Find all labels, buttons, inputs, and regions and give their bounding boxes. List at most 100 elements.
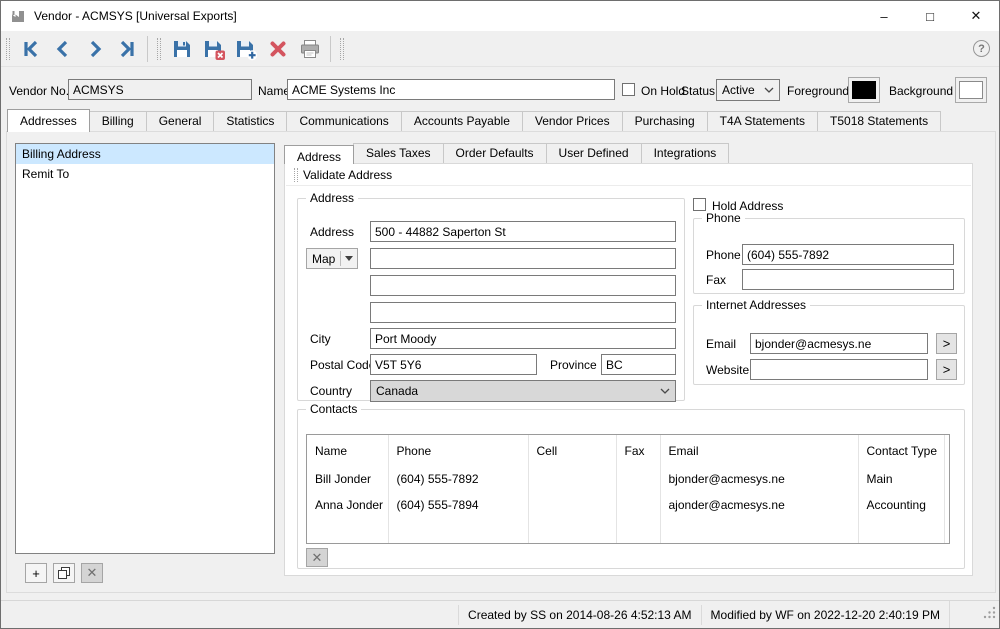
address-line-label: Address — [310, 225, 354, 239]
main-toolbar — [1, 31, 999, 67]
tab-addresses[interactable]: Addresses — [7, 109, 90, 132]
map-button[interactable]: Map — [306, 248, 358, 269]
country-select[interactable]: Canada — [370, 380, 676, 402]
address-line4-field[interactable] — [370, 302, 676, 323]
tab-purchasing[interactable]: Purchasing — [622, 111, 708, 131]
delete-address-button[interactable]: ✕ — [81, 563, 103, 583]
previous-record-button[interactable] — [47, 35, 79, 63]
fax-label: Fax — [706, 273, 726, 287]
save-close-button[interactable] — [198, 35, 230, 63]
phone-field[interactable] — [742, 244, 954, 265]
foreground-color-swatch[interactable] — [848, 77, 880, 103]
delete-record-button[interactable] — [262, 35, 294, 63]
website-field[interactable] — [750, 359, 928, 380]
sub-tab-strip: Address Sales Taxes Order Defaults User … — [284, 142, 728, 164]
last-record-button[interactable] — [111, 35, 143, 63]
toolbar-grip[interactable] — [157, 38, 161, 60]
on-hold-checkbox[interactable] — [622, 83, 635, 96]
website-label: Website — [706, 363, 749, 377]
foreground-label: Foreground — [787, 84, 849, 98]
address-listbox: Billing Address Remit To — [15, 143, 275, 554]
list-item-remit-to[interactable]: Remit To — [16, 164, 274, 184]
minimize-button[interactable]: – — [861, 1, 907, 31]
vendor-building-icon — [10, 8, 26, 24]
delete-contact-button[interactable]: ✕ — [306, 548, 328, 567]
background-color-swatch[interactable] — [955, 77, 987, 103]
contact-fax — [616, 492, 660, 518]
tab-t5018-statements[interactable]: T5018 Statements — [817, 111, 941, 131]
contacts-table: Name Phone Cell Fax Email Contact Type B… — [306, 434, 950, 544]
address-line1-field[interactable] — [370, 221, 676, 242]
email-field[interactable] — [750, 333, 928, 354]
postal-code-label: Postal Code — [310, 358, 375, 372]
map-dropdown-icon[interactable] — [341, 256, 357, 261]
title-bar: Vendor - ACMSYS [Universal Exports] – □ … — [1, 1, 999, 31]
vendor-no-field[interactable] — [68, 79, 252, 100]
validate-address-button[interactable]: Validate Address — [303, 168, 392, 182]
status-bar: Created by SS on 2014-08-26 4:52:13 AM M… — [1, 600, 999, 628]
subtab-address[interactable]: Address — [284, 145, 354, 164]
contacts-group-title: Contacts — [306, 402, 361, 416]
contact-type: Main — [858, 466, 944, 492]
subtab-sales-taxes[interactable]: Sales Taxes — [353, 143, 443, 163]
tab-vendor-prices[interactable]: Vendor Prices — [522, 111, 623, 131]
close-button[interactable]: ✕ — [953, 1, 999, 31]
copy-address-button[interactable] — [53, 563, 75, 583]
address-line3-field[interactable] — [370, 275, 676, 296]
phone-label: Phone — [706, 248, 741, 262]
city-field[interactable] — [370, 328, 676, 349]
vendor-window: Vendor - ACMSYS [Universal Exports] – □ … — [0, 0, 1000, 629]
email-go-button[interactable]: > — [936, 333, 957, 354]
save-new-button[interactable] — [230, 35, 262, 63]
help-icon[interactable]: ? — [973, 40, 990, 57]
list-item-billing-address[interactable]: Billing Address — [16, 144, 274, 164]
next-record-button[interactable] — [79, 35, 111, 63]
contact-cell — [528, 466, 616, 492]
vendor-no-label: Vendor No. — [9, 84, 69, 98]
print-button[interactable] — [294, 35, 326, 63]
internet-group-title: Internet Addresses — [702, 298, 810, 312]
tab-communications[interactable]: Communications — [286, 111, 401, 131]
fax-field[interactable] — [742, 269, 954, 290]
contact-cell — [528, 492, 616, 518]
maximize-button[interactable]: □ — [907, 1, 953, 31]
contacts-groupbox: Contacts Name Phone Cell Fax Email Conta… — [297, 409, 965, 569]
address-groupbox: Address Address Map City Postal Code Pro… — [297, 198, 685, 401]
tab-t4a-statements[interactable]: T4A Statements — [707, 111, 818, 131]
email-label: Email — [706, 337, 736, 351]
save-button[interactable] — [166, 35, 198, 63]
subtab-user-defined[interactable]: User Defined — [546, 143, 642, 163]
tab-general[interactable]: General — [146, 111, 215, 131]
contact-row[interactable]: Anna Jonder (604) 555-7894 ajonder@acmes… — [307, 492, 950, 518]
validate-toolbar-grip[interactable] — [294, 168, 298, 182]
hold-address-checkbox[interactable] — [693, 198, 706, 211]
add-address-button[interactable]: + — [25, 563, 47, 583]
country-value: Canada — [376, 384, 418, 398]
first-record-button[interactable] — [15, 35, 47, 63]
tab-statistics[interactable]: Statistics — [213, 111, 287, 131]
address-line2-field[interactable] — [370, 248, 676, 269]
toolbar-grip[interactable] — [6, 38, 10, 60]
postal-code-field[interactable] — [370, 354, 537, 375]
col-filler — [944, 435, 950, 466]
vendor-name-field[interactable] — [287, 79, 615, 100]
status-select[interactable]: Active — [716, 79, 780, 101]
window-title: Vendor - ACMSYS [Universal Exports] — [34, 9, 237, 23]
col-phone: Phone — [388, 435, 528, 466]
internet-addresses-groupbox: Internet Addresses Email > Website > — [693, 305, 965, 385]
status-value: Active — [722, 83, 755, 97]
background-label: Background — [889, 84, 953, 98]
resize-grip-icon[interactable] — [983, 605, 996, 625]
subtab-integrations[interactable]: Integrations — [641, 143, 730, 163]
tab-billing[interactable]: Billing — [89, 111, 147, 131]
contact-row[interactable]: Bill Jonder (604) 555-7892 bjonder@acmes… — [307, 466, 950, 492]
website-go-button[interactable]: > — [936, 359, 957, 380]
contact-name: Bill Jonder — [307, 466, 388, 492]
toolbar-separator — [147, 36, 148, 62]
province-label: Province — [550, 358, 597, 372]
status-label: Status — [681, 84, 715, 98]
tab-accounts-payable[interactable]: Accounts Payable — [401, 111, 523, 131]
subtab-order-defaults[interactable]: Order Defaults — [443, 143, 547, 163]
province-field[interactable] — [601, 354, 676, 375]
toolbar-grip[interactable] — [340, 38, 344, 60]
